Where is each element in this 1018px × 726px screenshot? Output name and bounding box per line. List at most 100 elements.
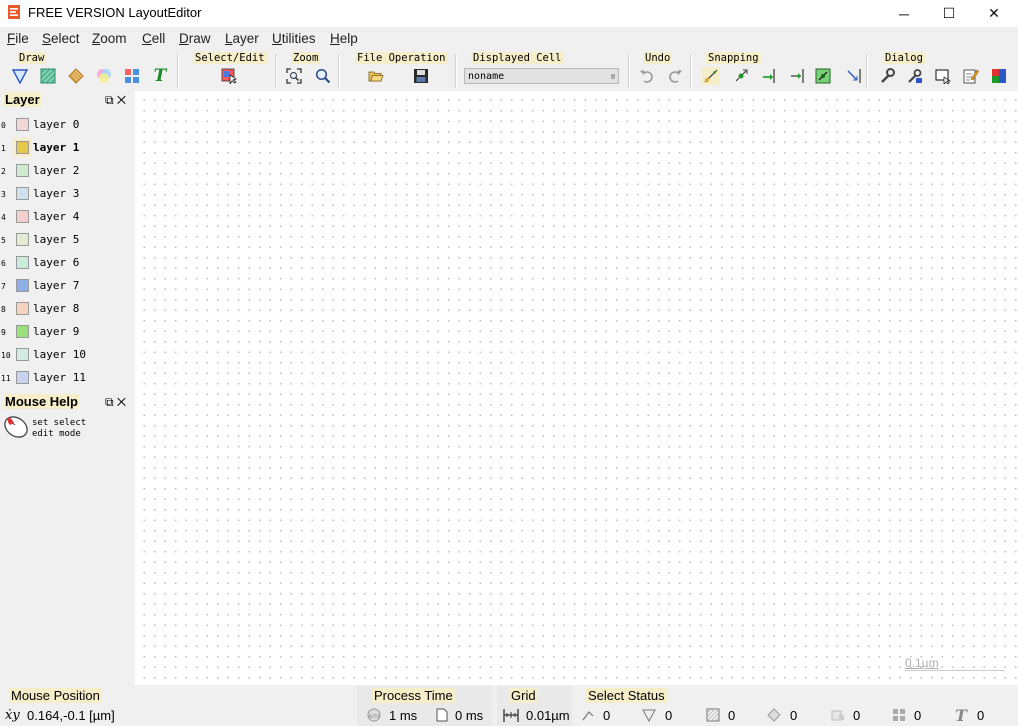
dock-float-close-icons[interactable]: ⧉ ✕ [105,395,126,410]
menu-layer[interactable]: Layer [225,31,259,46]
select-count-paths: 0 [603,708,611,723]
layer-name: layer 10 [33,348,86,361]
snap-grid-icon[interactable] [814,67,832,85]
select-count-boxes: 0 [728,708,736,723]
displayed-cell-select[interactable]: noname [464,68,619,84]
minimize-button[interactable]: ─ [881,0,927,27]
layer-row-10[interactable]: 10 layer 10 [0,346,134,366]
layer-row-2[interactable]: 2 layer 2 [0,162,134,182]
title-bar: FREE VERSION LayoutEditor ─ ☐ ✕ [0,0,1018,27]
select-array-icon [891,707,907,723]
layer-row-0[interactable]: 0 layer 0 [0,116,134,136]
status-bar: Mouse Position ẋy 0.164,-0.1 [µm] Proces… [0,686,1018,726]
layer-name: layer 9 [33,325,80,338]
layer-key: 3 [1,190,6,199]
layer-swatch[interactable] [16,256,29,269]
snap-middle-icon[interactable] [760,67,778,85]
toolbar-label-dialog: Dialog [883,52,925,64]
layer-swatch[interactable] [16,164,29,177]
select-status-label: Select Status [586,688,667,703]
draw-text-icon[interactable]: T [151,66,169,86]
snap-angle-icon[interactable] [845,67,863,85]
dropdown-arrow-icon [611,74,615,79]
select-edit-icon[interactable] [220,67,238,85]
layer-name: layer 0 [33,118,80,131]
zoom-magnifier-icon[interactable] [314,67,332,85]
scale-bar-label: 0.1µm [905,656,939,670]
layer-key: 7 [1,282,6,291]
grid-ruler-icon [503,707,519,723]
process-time-value-2: 0 ms [455,708,484,723]
draw-polygon-icon[interactable] [67,67,85,85]
scale-bar [905,670,1005,671]
layer-key: 11 [1,374,11,383]
layer-row-1[interactable]: 1 layer 1 [0,138,134,159]
layer-row-7[interactable]: 7 layer 7 [0,277,134,297]
menu-bar: File Select Zoom Cell Draw Layer Utiliti… [0,27,1018,51]
menu-select[interactable]: Select [42,31,80,46]
snap-auto-icon[interactable] [702,67,720,85]
layer-swatch[interactable] [16,348,29,361]
layer-key: 6 [1,259,6,268]
grid-value: 0.01µm [526,708,570,723]
draw-circle-icon[interactable] [95,67,113,85]
layer-row-6[interactable]: 6 layer 6 [0,254,134,274]
select-polygon-icon [641,707,657,723]
snap-edge-icon[interactable] [788,67,806,85]
snap-point-icon[interactable] [732,67,750,85]
layer-swatch[interactable] [16,302,29,315]
layer-swatch[interactable] [16,279,29,292]
layer-swatch[interactable] [16,233,29,246]
properties-wrench-icon[interactable] [878,67,896,85]
select-circle-icon [766,707,782,723]
maximize-button[interactable]: ☐ [926,0,972,27]
cell-browser-icon[interactable] [934,67,952,85]
mouse-help-dock-header: Mouse Help ⧉ ✕ [0,393,134,411]
layer-name: layer 5 [33,233,80,246]
menu-zoom[interactable]: Zoom [92,31,127,46]
layer-swatch[interactable] [16,210,29,223]
drawing-canvas[interactable] [135,91,1018,685]
layer-row-9[interactable]: 9 layer 9 [0,323,134,343]
layer-swatch[interactable] [16,187,29,200]
color-palette-icon[interactable] [990,67,1008,85]
save-disk-icon[interactable] [412,67,430,85]
layer-row-11[interactable]: 11 layer 11 [0,369,134,389]
draw-path-icon[interactable] [11,67,29,85]
menu-cell[interactable]: Cell [142,31,165,46]
dock-float-close-icons[interactable]: ⧉ ✕ [105,93,126,108]
toolbar-separator [690,54,692,88]
displayed-cell-value: noname [468,71,505,82]
menu-help[interactable]: Help [330,31,358,46]
layer-name: layer 2 [33,164,80,177]
menu-file[interactable]: File [7,31,29,46]
layer-swatch[interactable] [16,325,29,338]
layer-row-5[interactable]: 5 layer 5 [0,231,134,251]
layer-row-8[interactable]: 8 layer 8 [0,300,134,320]
menu-utilities[interactable]: Utilities [272,31,316,46]
open-folder-icon[interactable] [367,67,385,85]
layer-name: layer 1 [33,141,80,154]
layer-swatch[interactable] [16,371,29,384]
select-path-icon [580,707,596,723]
text-editor-icon[interactable] [962,67,980,85]
layer-swatch[interactable] [13,138,32,157]
layer-row-3[interactable]: 3 layer 3 [0,185,134,205]
app-icon [8,5,20,19]
layer-key: 5 [1,236,6,245]
mouse-position-label: Mouse Position [9,688,102,703]
draw-array-icon[interactable] [123,67,141,85]
select-count-circles: 0 [790,708,798,723]
zoom-fit-icon[interactable] [285,67,303,85]
menu-draw[interactable]: Draw [179,31,211,46]
layer-properties-icon[interactable] [906,67,924,85]
close-button[interactable]: ✕ [971,0,1017,27]
draw-box-icon[interactable] [39,67,57,85]
layer-row-4[interactable]: 4 layer 4 [0,208,134,228]
layer-swatch[interactable] [16,118,29,131]
redo-icon[interactable] [666,67,684,85]
toolbar-separator [866,54,868,88]
toolbar-label-file-operation: File Operation [355,52,448,64]
undo-icon[interactable] [638,67,656,85]
toolbar-separator [177,54,179,88]
